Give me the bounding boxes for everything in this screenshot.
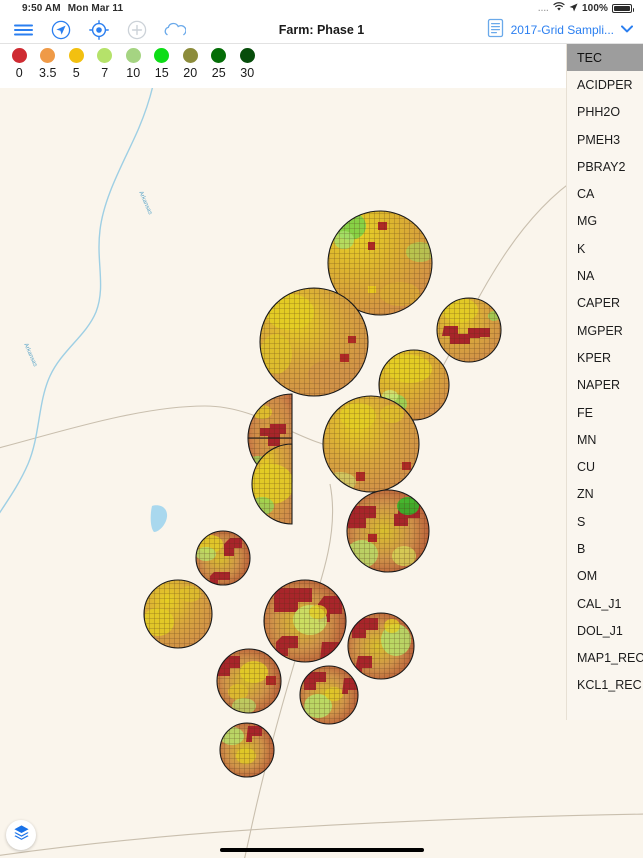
nutrient-item-mn[interactable]: MN	[567, 426, 643, 453]
nutrient-item-k[interactable]: K	[567, 235, 643, 262]
nutrient-panel[interactable]: TEC ACIDPER PHH2O PMEH3 PBRAY2 CA MG K NA CAPER MG…	[566, 44, 643, 720]
nutrient-item-tec[interactable]: TEC	[567, 44, 643, 72]
legend-stop: 25	[205, 48, 234, 80]
battery-percent: 100%	[582, 3, 608, 14]
signal-dots-icon: ....	[538, 4, 550, 13]
nutrient-item-om[interactable]: OM	[567, 563, 643, 590]
crosshair-target-icon[interactable]	[88, 19, 110, 41]
map-background	[0, 44, 643, 858]
app-toolbar: Farm: Phase 1 2017-Grid Sampli...	[0, 17, 643, 44]
nutrient-item-b[interactable]: B	[567, 535, 643, 562]
project-selector-label[interactable]: 2017-Grid Sampli...	[511, 23, 614, 37]
legend-color-dot	[68, 48, 84, 63]
nutrient-item-naper[interactable]: NAPER	[567, 372, 643, 399]
legend-color-dot	[97, 48, 113, 63]
legend-value: 25	[211, 66, 226, 80]
document-icon[interactable]	[487, 18, 504, 43]
map-canvas[interactable]: Arkansas Arkansas	[0, 44, 643, 858]
nutrient-item-mgper[interactable]: MGPER	[567, 317, 643, 344]
nutrient-item-map1_rec[interactable]: MAP1_REC	[567, 645, 643, 672]
nutrient-item-pmeh3[interactable]: PMEH3	[567, 126, 643, 153]
nutrient-item-dol_j1[interactable]: DOL_J1	[567, 617, 643, 644]
nutrient-item-phh2o[interactable]: PHH2O	[567, 99, 643, 126]
layers-icon	[13, 824, 30, 846]
nutrient-item-acidper[interactable]: ACIDPER	[567, 71, 643, 98]
nutrient-item-ca[interactable]: CA	[567, 180, 643, 207]
legend-stop: 5	[62, 48, 91, 80]
nutrient-item-fe[interactable]: FE	[567, 399, 643, 426]
legend-color-dot	[239, 48, 255, 63]
layers-button[interactable]	[6, 820, 36, 850]
nutrient-item-na[interactable]: NA	[567, 262, 643, 289]
toolbar-right-actions[interactable]: 2017-Grid Sampli...	[487, 18, 643, 43]
status-date: Mon Mar 11	[67, 3, 124, 14]
legend-stop: 30	[233, 48, 262, 80]
nutrient-item-cu[interactable]: CU	[567, 453, 643, 480]
legend-color-dot	[11, 48, 27, 63]
legend-color-dot	[40, 48, 56, 63]
wifi-icon	[553, 2, 565, 15]
legend-stop: 15	[148, 48, 177, 80]
toolbar-left-actions	[0, 19, 186, 41]
legend-stop: 7	[91, 48, 120, 80]
status-bar-left: 9:50 AM Mon Mar 11	[0, 3, 123, 14]
nutrient-item-mg[interactable]: MG	[567, 208, 643, 235]
nutrient-item-pbray2[interactable]: PBRAY2	[567, 153, 643, 180]
legend-color-dot	[154, 48, 170, 63]
app-root: 9:50 AM Mon Mar 11 .... 100% Farm: Phase…	[0, 0, 643, 858]
map-svg: Arkansas Arkansas	[0, 44, 643, 858]
cloud-sync-icon[interactable]	[164, 19, 186, 41]
hamburger-menu-icon[interactable]	[12, 19, 34, 41]
legend-stop: 3.5	[34, 48, 63, 80]
legend-value: 10	[126, 66, 141, 80]
navigation-arrow-icon[interactable]	[50, 19, 72, 41]
legend-stop: 20	[176, 48, 205, 80]
chevron-down-icon[interactable]	[621, 24, 633, 36]
legend-value: 20	[183, 66, 198, 80]
nutrient-item-s[interactable]: S	[567, 508, 643, 535]
legend-value: 7	[101, 66, 109, 80]
legend-stop: 10	[119, 48, 148, 80]
legend-color-dot	[211, 48, 227, 63]
legend-bar: 0 3.5 5 7 10 15 20 25 30	[0, 44, 566, 88]
legend-value: 30	[240, 66, 255, 80]
battery-icon	[612, 4, 634, 13]
legend-value: 15	[154, 66, 169, 80]
location-arrow-icon	[569, 3, 578, 15]
legend-value: 0	[15, 66, 23, 80]
nutrient-item-kper[interactable]: KPER	[567, 344, 643, 371]
legend-value: 3.5	[39, 66, 57, 80]
legend-value: 5	[72, 66, 80, 80]
legend-color-dot	[182, 48, 198, 63]
status-time: 9:50 AM	[22, 3, 61, 14]
legend-swatches: 0 3.5 5 7 10 15 20 25 30	[0, 48, 566, 80]
plus-circle-icon[interactable]	[126, 19, 148, 41]
legend-stop: 0	[5, 48, 34, 80]
legend-color-dot	[125, 48, 141, 63]
status-bar-right: .... 100%	[538, 2, 643, 15]
nutrient-item-kcl1_rec[interactable]: KCL1_REC	[567, 672, 643, 699]
nutrient-item-cal_j1[interactable]: CAL_J1	[567, 590, 643, 617]
nutrient-item-zn[interactable]: ZN	[567, 481, 643, 508]
nutrient-item-caper[interactable]: CAPER	[567, 290, 643, 317]
home-indicator	[219, 848, 424, 852]
status-bar: 9:50 AM Mon Mar 11 .... 100%	[0, 0, 643, 17]
